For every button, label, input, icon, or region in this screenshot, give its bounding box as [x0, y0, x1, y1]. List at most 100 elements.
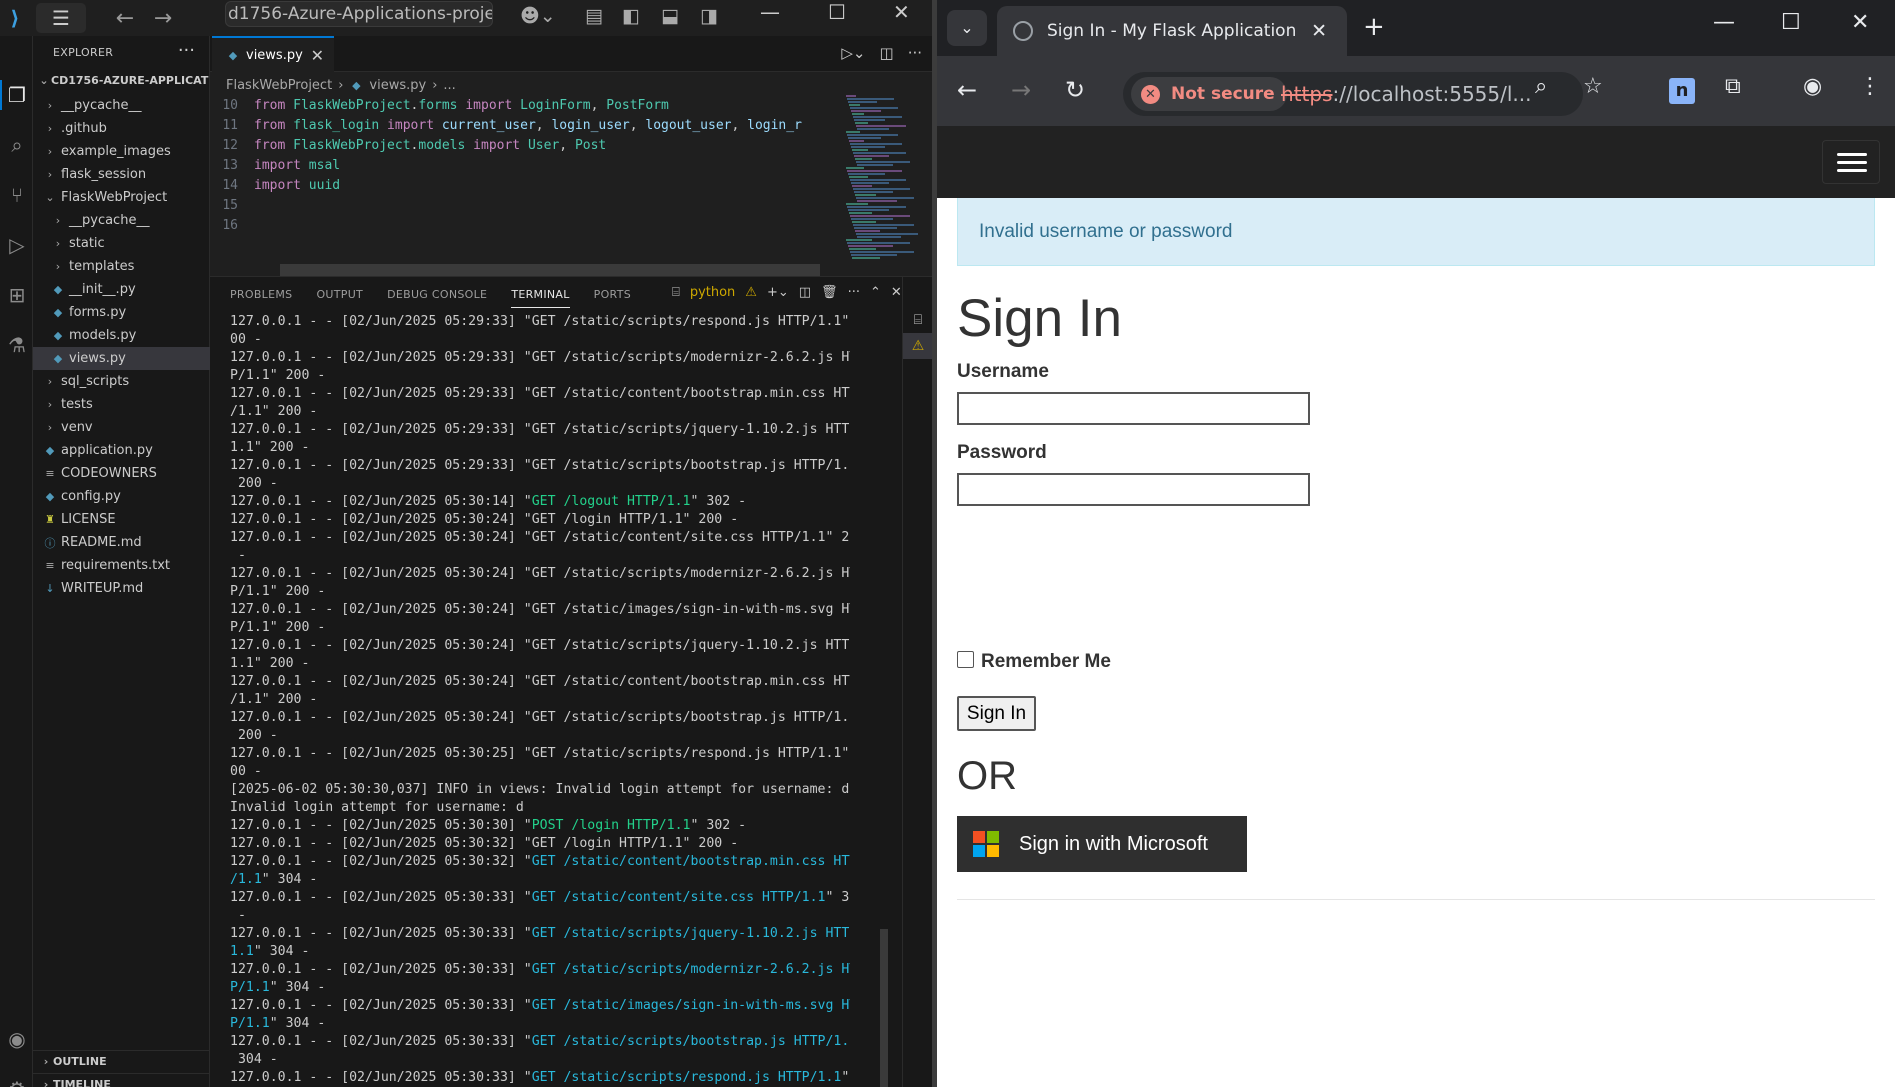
tab-problems[interactable]: PROBLEMS [230, 288, 292, 301]
tree-item[interactable]: ⌄ FlaskWebProject [33, 186, 210, 209]
split-editor-icon[interactable]: ◫ [880, 44, 894, 62]
terminal-output[interactable]: 127.0.0.1 - - [02/Jun/2025 05:29:33] "GE… [230, 313, 850, 1087]
close-tab-icon[interactable]: ✕ [311, 46, 324, 65]
tree-item[interactable]: ↓ WRITEUP.md [33, 577, 210, 600]
tree-item[interactable]: › venv [33, 416, 210, 439]
tree-item[interactable]: › static [33, 232, 210, 255]
more-actions-icon[interactable]: ··· [178, 40, 195, 61]
close-icon[interactable]: ✕ [1851, 10, 1869, 35]
scrollbar-thumb[interactable] [880, 929, 888, 1087]
forward-arrow-icon[interactable]: → [152, 6, 174, 31]
layout-customize-icon[interactable]: ▤ [585, 5, 603, 27]
tree-item[interactable]: › .github [33, 117, 210, 140]
extensions-icon[interactable]: ⊞ [4, 282, 30, 308]
not-secure-chip[interactable]: ✕ Not secure [1131, 77, 1287, 111]
bookmark-star-icon[interactable]: ☆ [1583, 74, 1603, 99]
terminal-scrollbar[interactable] [878, 309, 890, 1087]
tree-item[interactable]: ◆ application.py [33, 439, 210, 462]
menu-button[interactable]: ☰ [36, 3, 86, 33]
tab-terminal[interactable]: TERMINAL [511, 288, 570, 308]
maximize-panel-icon[interactable]: ⌃ [870, 285, 881, 300]
copilot-icon[interactable]: ☻⌄ [520, 5, 556, 27]
sign-in-microsoft-button[interactable]: Sign in with Microsoft [957, 816, 1247, 872]
tab-ports[interactable]: PORTS [594, 288, 631, 301]
breadcrumb-folder[interactable]: FlaskWebProject [226, 78, 332, 93]
close-panel-icon[interactable]: ✕ [891, 285, 902, 300]
warning-icon[interactable]: ⚠ [903, 333, 932, 359]
toggle-sidebar-icon[interactable]: ◧ [622, 5, 640, 27]
source-control-icon[interactable]: ⑂ [4, 182, 30, 208]
tree-item[interactable]: ≡ requirements.txt [33, 554, 210, 577]
code-editor[interactable]: 10 from FlaskWebProject. forms import Logi… [210, 96, 850, 274]
split-terminal-icon[interactable]: ◫ [799, 285, 811, 300]
browser-tab[interactable]: Sign In - My Flask Application ✕ [997, 6, 1347, 56]
toggle-secondary-sidebar-icon[interactable]: ◨ [700, 5, 718, 27]
tree-item[interactable]: ≡ CODEOWNERS [33, 462, 210, 485]
extension-icon[interactable]: n [1669, 78, 1695, 104]
tree-item[interactable]: ◆ forms.py [33, 301, 210, 324]
accounts-icon[interactable]: ◉ [4, 1026, 30, 1052]
minimize-icon[interactable]: — [760, 0, 780, 24]
search-icon[interactable]: ⌕ [4, 132, 30, 158]
tree-item[interactable]: ◆ config.py [33, 485, 210, 508]
minimize-icon[interactable]: — [1713, 10, 1735, 35]
tree-item[interactable]: ⓘ README.md [33, 531, 210, 554]
panel-more-icon[interactable]: ··· [848, 285, 860, 300]
kill-terminal-icon[interactable]: 🗑 [821, 285, 838, 300]
minimap[interactable] [846, 94, 922, 274]
tree-item[interactable]: ◆ models.py [33, 324, 210, 347]
new-tab-icon[interactable]: + [1363, 12, 1385, 42]
editor-more-icon[interactable]: ··· [908, 44, 922, 62]
terminal-instance-icon[interactable]: ⌸ [903, 307, 932, 333]
new-terminal-icon[interactable]: +⌄ [767, 285, 789, 300]
terminal-name[interactable]: python [690, 285, 735, 300]
url-text[interactable]: https://localhost:5555/l... [1281, 82, 1531, 106]
password-input[interactable] [957, 473, 1310, 506]
tree-item[interactable]: › __pycache__ [33, 94, 210, 117]
settings-gear-icon[interactable]: ⚙ [4, 1076, 30, 1087]
back-arrow-icon[interactable]: ← [114, 6, 136, 31]
extensions-puzzle-icon[interactable]: ⧉ [1725, 74, 1741, 99]
reload-icon[interactable]: ↻ [1065, 76, 1085, 104]
back-arrow-icon[interactable]: ← [957, 76, 977, 104]
chrome-menu-icon[interactable]: ⋮ [1859, 74, 1881, 99]
explorer-icon[interactable]: ❐ [4, 82, 30, 108]
hamburger-menu-icon[interactable] [1822, 140, 1880, 184]
tree-item[interactable]: ◆ views.py [33, 347, 210, 370]
profile-icon[interactable]: ◉ [1803, 74, 1822, 99]
tab-views-py[interactable]: ◆ views.py ✕ [212, 36, 334, 72]
forward-arrow-icon[interactable]: → [1011, 76, 1031, 104]
breadcrumb-symbol[interactable]: ... [443, 78, 455, 93]
close-icon[interactable]: ✕ [893, 0, 910, 24]
outline-section[interactable]: › OUTLINE [33, 1050, 210, 1072]
tree-item[interactable]: ♜ LICENSE [33, 508, 210, 531]
zoom-icon[interactable]: ⌕ [1535, 74, 1547, 99]
tab-debug-console[interactable]: DEBUG CONSOLE [387, 288, 487, 301]
tree-item[interactable]: › __pycache__ [33, 209, 210, 232]
testing-icon[interactable]: ⚗ [4, 332, 30, 358]
tree-item[interactable]: › templates [33, 255, 210, 278]
tree-item[interactable]: › example_images [33, 140, 210, 163]
remember-me-label[interactable]: Remember Me [981, 651, 1111, 673]
run-icon[interactable]: ▷⌄ [841, 44, 865, 62]
tree-item[interactable]: ◆ __init__.py [33, 278, 210, 301]
timeline-section[interactable]: › TIMELINE [33, 1073, 210, 1087]
tree-item[interactable]: › tests [33, 393, 210, 416]
run-debug-icon[interactable]: ▷ [4, 232, 30, 258]
tree-item[interactable]: › flask_session [33, 163, 210, 186]
close-tab-icon[interactable]: ✕ [1311, 20, 1327, 42]
sign-in-button[interactable]: Sign In [957, 696, 1036, 731]
breadcrumb-file[interactable]: views.py [369, 78, 426, 93]
maximize-icon[interactable]: ☐ [1781, 10, 1801, 35]
toggle-panel-icon[interactable]: ⬓ [661, 5, 679, 27]
address-bar[interactable]: ✕ Not secure https://localhost:5555/l... [1123, 72, 1583, 116]
tab-output[interactable]: OUTPUT [316, 288, 363, 301]
tree-item[interactable]: › sql_scripts [33, 370, 210, 393]
horizontal-scrollbar[interactable] [280, 264, 820, 276]
maximize-icon[interactable]: ☐ [828, 0, 846, 24]
project-root[interactable]: ⌄ CD1756-AZURE-APPLICATI... [33, 68, 209, 92]
command-center-search[interactable]: d1756-Azure-Applications-project [225, 1, 493, 27]
remember-me-checkbox[interactable] [957, 651, 974, 668]
tab-search-chevron-icon[interactable]: ⌄ [947, 10, 987, 46]
username-input[interactable] [957, 392, 1310, 425]
